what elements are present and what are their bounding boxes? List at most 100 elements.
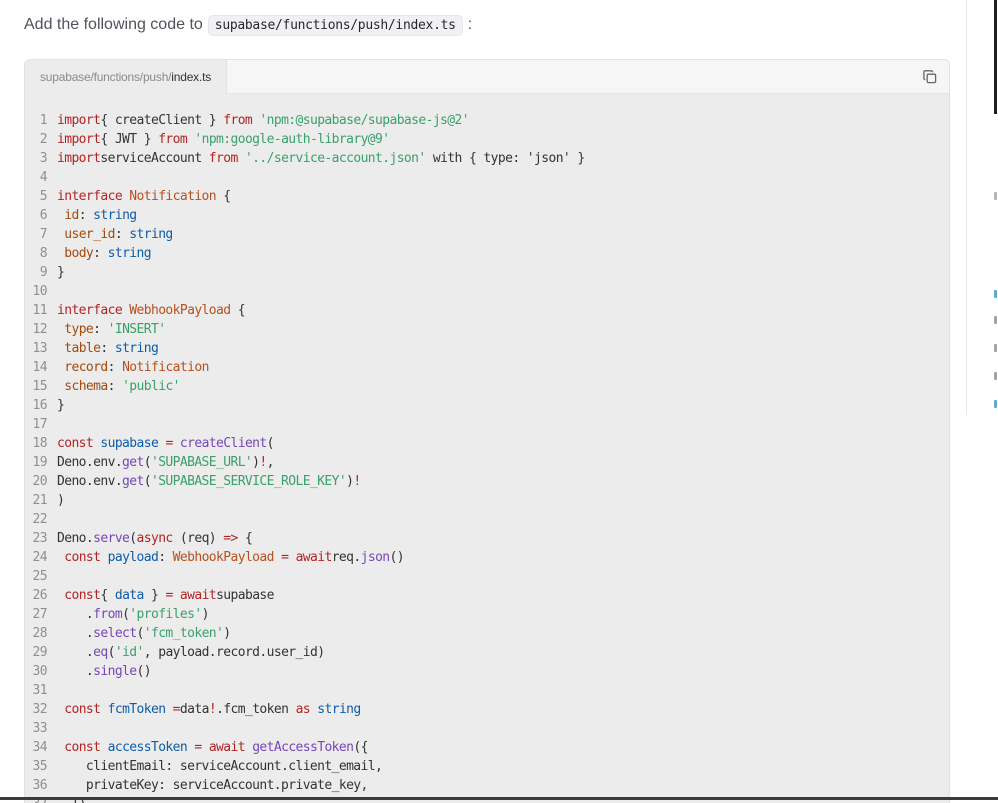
code-line: 27 .from('profiles') [25, 605, 949, 624]
code-line: 8 body: string [25, 244, 949, 263]
line-number: 8 [39, 246, 48, 261]
code-line: 30 .single() [25, 662, 949, 681]
code-text: Deno.env.get('SUPABASE_SERVICE_ROLE_KEY'… [57, 474, 361, 489]
code-line: 9} [25, 263, 949, 282]
instruction-text: Add the following code to supabase/funct… [24, 12, 472, 38]
code-line: 26 const{ data } = awaitsupabase [25, 586, 949, 605]
code-text: interface WebhookPayload { [57, 303, 246, 318]
inline-code-path: supabase/functions/push/index.ts [207, 14, 463, 36]
line-number: 3 [39, 151, 48, 166]
code-text: import{ createClient } from 'npm:@supaba… [57, 113, 470, 128]
line-number: 29 [32, 645, 48, 660]
code-line: 31 [25, 681, 949, 700]
file-tab[interactable]: supabase/functions/push/index.ts [25, 60, 228, 94]
right-panel-marker [994, 316, 997, 324]
code-line: 3 importserviceAccount from '../service-a… [25, 149, 949, 168]
code-content[interactable]: 1 import{ createClient } from 'npm:@supab… [25, 111, 949, 803]
code-line: 6 id: string [25, 206, 949, 225]
right-panel-marker [994, 344, 997, 352]
line-number: 31 [32, 683, 48, 698]
code-line: 17 [25, 415, 949, 434]
line-number: 17 [32, 417, 48, 432]
instruction-after: : [467, 16, 473, 33]
line-number: 11 [32, 303, 48, 318]
line-number: 18 [32, 436, 48, 451]
line-number: 7 [39, 227, 48, 242]
line-number: 9 [39, 265, 48, 280]
code-text: } [57, 398, 65, 413]
code-text: schema: 'public' [64, 379, 180, 394]
line-number: 30 [32, 664, 48, 679]
code-text: ) [57, 493, 65, 508]
line-number: 34 [32, 740, 48, 755]
code-text: .eq('id', payload.record.user_id) [57, 645, 325, 660]
code-line: 10 [25, 282, 949, 301]
code-text: const fcmToken =data!.fcm_token as strin… [64, 702, 361, 717]
line-number: 5 [39, 189, 48, 204]
right-panel-marker [994, 372, 997, 380]
code-line: 36 privateKey: serviceAccount.private_ke… [25, 776, 949, 795]
code-line: 12 type: 'INSERT' [25, 320, 949, 339]
code-text: table: string [64, 341, 159, 356]
code-line: 24 const payload: WebhookPayload = await… [25, 548, 949, 567]
line-number: 12 [32, 322, 48, 337]
code-text: Deno.serve(async (req) => { [57, 531, 253, 546]
line-number: 35 [32, 759, 48, 774]
code-line: 13 table: string [25, 339, 949, 358]
line-number: 25 [32, 569, 48, 584]
code-line: 23 Deno.serve(async (req) => { [25, 529, 949, 548]
code-line: 4 [25, 168, 949, 187]
code-block-header: supabase/functions/push/index.ts [25, 60, 949, 94]
code-text: const supabase = createClient( [57, 436, 274, 451]
line-number: 16 [32, 398, 48, 413]
code-text: .from('profiles') [57, 607, 210, 622]
code-text: record: Notification [64, 360, 209, 375]
code-text: } [57, 265, 65, 280]
code-line: 7 user_id: string [25, 225, 949, 244]
line-number: 33 [32, 721, 48, 736]
code-line: 5 interface Notification { [25, 187, 949, 206]
line-number: 26 [32, 588, 48, 603]
line-number: 2 [39, 132, 48, 147]
line-number: 22 [32, 512, 48, 527]
right-panel-marker [994, 400, 997, 408]
line-number: 15 [32, 379, 48, 394]
code-line: 18 const supabase = createClient( [25, 434, 949, 453]
line-number: 1 [39, 113, 48, 128]
line-number: 4 [39, 170, 48, 185]
code-line: 15 schema: 'public' [25, 377, 949, 396]
right-panel-edge [994, 0, 997, 114]
code-text: const payload: WebhookPayload = awaitreq… [64, 550, 405, 565]
code-text: import{ JWT } from 'npm:google-auth-libr… [57, 132, 390, 147]
code-line: 34 const accessToken = await getAccessTo… [25, 738, 949, 757]
file-tab-filename: index.ts [171, 70, 212, 84]
code-text: .single() [57, 664, 152, 679]
code-line: 35 clientEmail: serviceAccount.client_em… [25, 757, 949, 776]
code-line: 1 import{ createClient } from 'npm:@supab… [25, 111, 949, 130]
right-panel-divider [966, 0, 967, 415]
line-number: 6 [39, 208, 48, 223]
code-line: 33 [25, 719, 949, 738]
code-line: 21) [25, 491, 949, 510]
code-text: privateKey: serviceAccount.private_key, [57, 778, 368, 793]
line-number: 32 [32, 702, 48, 717]
copy-button[interactable] [921, 68, 939, 86]
code-text: type: 'INSERT' [64, 322, 166, 337]
line-number: 21 [32, 493, 48, 508]
code-text: id: string [64, 208, 137, 223]
file-tab-directory: supabase/functions/push/ [40, 70, 172, 84]
copy-icon [923, 70, 937, 84]
code-block: supabase/functions/push/index.ts 1 import… [24, 59, 950, 803]
code-text: interface Notification { [57, 189, 231, 204]
instruction-before: Add the following code to [24, 16, 203, 33]
line-number: 28 [32, 626, 48, 641]
line-number: 10 [32, 284, 48, 299]
line-number: 23 [32, 531, 48, 546]
code-line: 28 .select('fcm_token') [25, 624, 949, 643]
code-line: 2 import{ JWT } from 'npm:google-auth-lib… [25, 130, 949, 149]
